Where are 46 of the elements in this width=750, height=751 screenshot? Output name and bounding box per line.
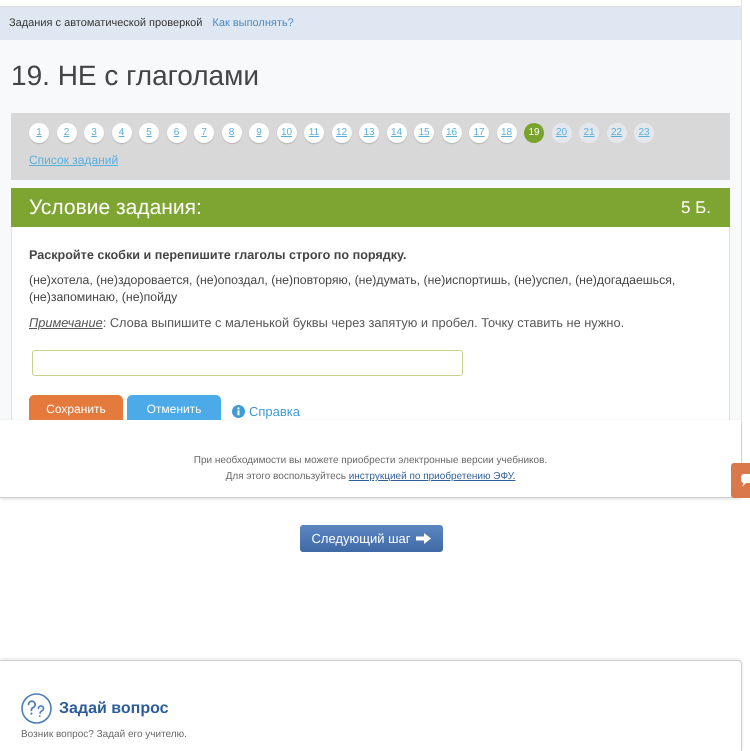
task-instruction: Раскройте скобки и перепишите глаголы строго по порядку. — [29, 247, 408, 263]
ask-question-subtitle: Возник вопрос? Задай его учителю. — [21, 729, 187, 741]
task-number-link[interactable]: 16 — [442, 123, 462, 143]
task-number-link[interactable]: 5 — [139, 123, 159, 143]
points-label: 5 Б. — [680, 196, 711, 219]
word-list: (не)хотела, (не)здоровается, (не)опоздал, (не)повторяю, (не)думать, (не)испортишь, (не)успел, (не)догадаешься, (не)запоминаю, (не)пойду — [29, 272, 712, 306]
task-number-link[interactable]: 20 — [552, 123, 572, 143]
answer-field[interactable] — [32, 350, 463, 376]
note-text: Примечание: Слова выпишите с маленькой буквы через запятую и пробел. Точку ставить не нужно. — [29, 314, 626, 331]
arrow-right-icon — [416, 533, 430, 544]
task-header-title: Условие задания: — [29, 194, 202, 221]
task-number-link[interactable]: 23 — [634, 123, 654, 143]
task-number-link[interactable]: 21 — [579, 123, 599, 143]
task-number-link[interactable]: 7 — [194, 123, 214, 143]
task-number-link[interactable]: 9 — [249, 123, 269, 143]
task-number-link[interactable]: 6 — [166, 123, 186, 143]
save-button[interactable]: Сохранить — [29, 395, 123, 420]
page-title: 19. НЕ с глаголами — [11, 59, 260, 93]
task-number-link[interactable]: 17 — [469, 123, 489, 143]
task-number-link[interactable]: 10 — [276, 123, 296, 143]
speech-bubble-icon — [741, 474, 750, 486]
task-number-link[interactable]: 14 — [386, 123, 406, 143]
task-number-link[interactable]: 22 — [606, 123, 626, 143]
task-number-link[interactable]: 3 — [84, 123, 104, 143]
how-to-link[interactable]: Как выполнять? — [212, 15, 294, 32]
task-number-link[interactable]: 18 — [496, 123, 516, 143]
question-icon — [21, 693, 52, 724]
cancel-button[interactable]: Отменить — [127, 395, 221, 420]
task-number-link[interactable]: 11 — [304, 123, 324, 143]
task-number-link[interactable]: 4 — [112, 123, 132, 143]
next-step-button[interactable]: Следующий шаг — [300, 525, 442, 552]
task-list-link[interactable]: Список заданий — [29, 153, 118, 167]
task-number-link[interactable]: 19 — [524, 123, 544, 143]
purchase-notice: При необходимости вы можете приобрести электронные версии учебников. — [194, 454, 548, 468]
task-number-link[interactable]: 13 — [359, 123, 379, 143]
task-number-link[interactable]: 12 — [332, 123, 352, 143]
task-number-link[interactable]: 2 — [56, 123, 76, 143]
purchase-instructions-text: Для этого воспользуйтесь инструкцией по приобретению ЭФУ. — [226, 470, 516, 484]
feedback-tab[interactable] — [731, 463, 750, 498]
task-number-link[interactable]: 1 — [29, 123, 49, 143]
task-number-link[interactable]: 15 — [414, 123, 434, 143]
help-link[interactable]: Справка — [232, 402, 300, 420]
purchase-instructions-link[interactable]: инструкцией по приобретению ЭФУ. — [348, 471, 516, 482]
section-label: Задания с автоматической проверкой — [9, 16, 202, 32]
ask-question-title: Задай вопрос — [59, 698, 169, 718]
task-number-link[interactable]: 8 — [222, 123, 242, 143]
